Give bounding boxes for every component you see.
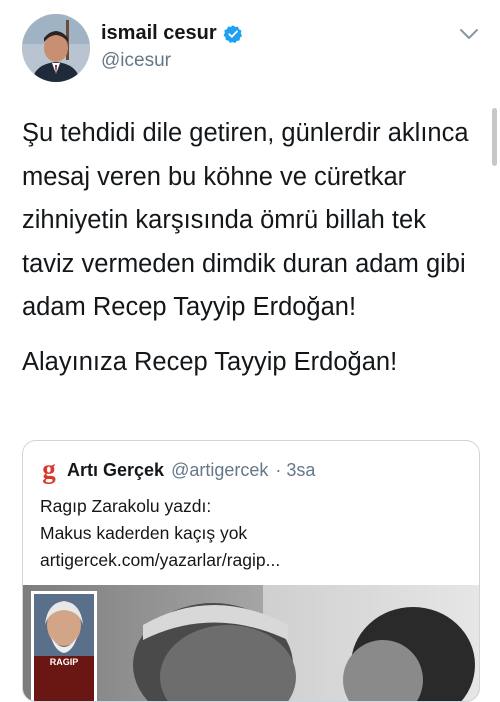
tweet-paragraph: Şu tehdidi dile getiren, günlerdir aklın… (22, 119, 469, 321)
author-name[interactable]: ismail cesur (101, 22, 217, 45)
chevron-down-icon[interactable] (458, 26, 480, 42)
quoted-timestamp[interactable]: 3sa (286, 460, 315, 481)
quoted-author-name[interactable]: Artı Gerçek (67, 460, 164, 481)
avatar-image (22, 14, 90, 82)
quoted-media-image[interactable]: RAGIP (23, 585, 479, 701)
tweet-paragraph: Alayınıza Recep Tayyip Erdoğan! (22, 347, 398, 376)
author-handle[interactable]: @icesur (101, 50, 171, 72)
scrollbar[interactable] (492, 108, 497, 166)
quoted-tweet-header: g Artı Gerçek @artigercek · 3sa (38, 454, 315, 484)
quoted-line: Ragıp Zarakolu yazdı: (40, 496, 212, 516)
artigercek-logo-icon: g (42, 454, 56, 484)
quoted-line: Makus kaderden kaçış yok (40, 523, 248, 543)
quoted-tweet-card[interactable]: g Artı Gerçek @artigercek · 3sa Ragıp Za… (22, 440, 480, 702)
tweet-text: Şu tehdidi dile getiren, günlerdir aklın… (22, 112, 482, 384)
quoted-tweet-text: Ragıp Zarakolu yazdı: Makus kaderden kaç… (40, 493, 280, 574)
author-name-row[interactable]: ismail cesur (101, 22, 243, 45)
avatar[interactable] (22, 14, 90, 82)
quoted-link[interactable]: artigercek.com/yazarlar/ragip... (40, 547, 280, 574)
verified-badge-icon (223, 24, 242, 43)
dot-separator: · (275, 459, 282, 480)
news-photo: RAGIP (23, 585, 479, 701)
thumbnail-label: RAGIP (50, 657, 79, 667)
quoted-author-handle[interactable]: @artigercek (171, 460, 268, 481)
